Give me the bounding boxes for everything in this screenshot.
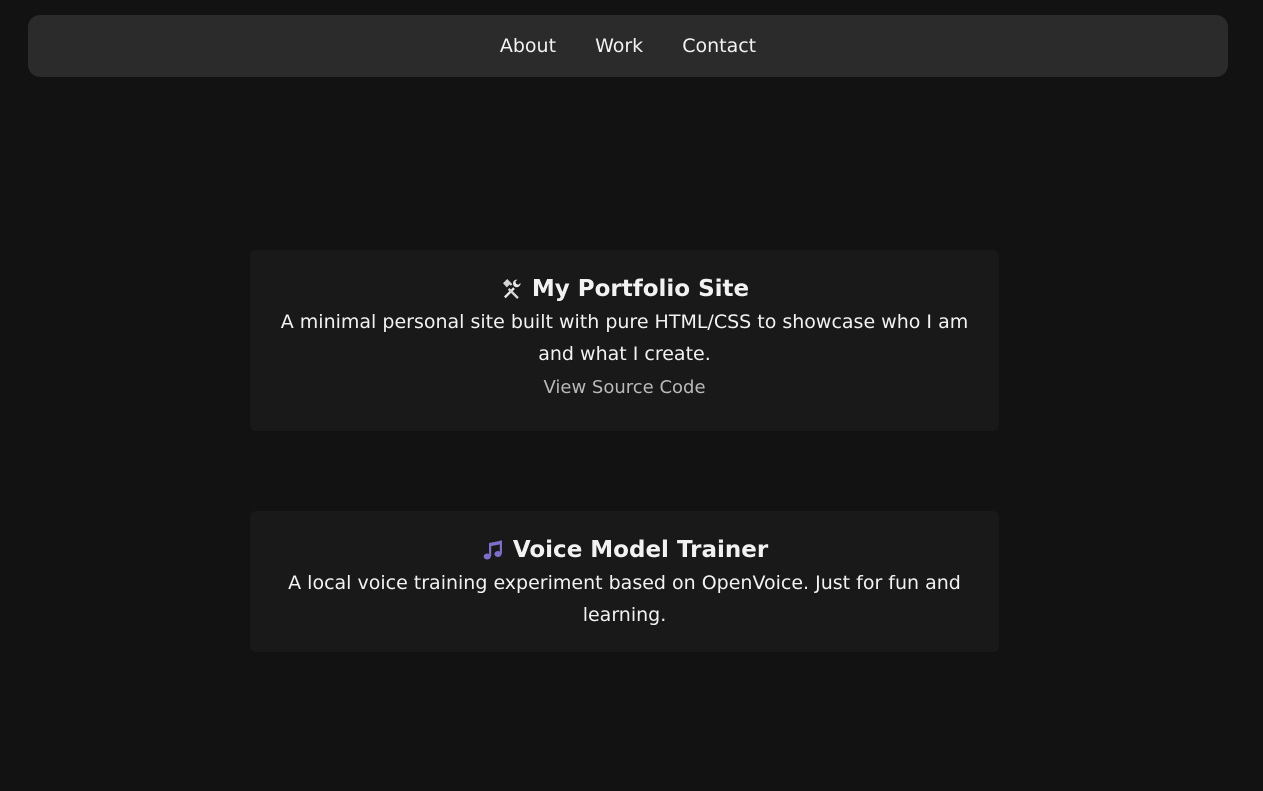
project-card-voice-trainer: Voice Model Trainer A local voice traini…: [250, 511, 999, 652]
nav-link-contact[interactable]: Contact: [682, 36, 756, 56]
project-card-portfolio: My Portfolio Site A minimal personal sit…: [250, 250, 999, 431]
project-title: Voice Model Trainer: [512, 537, 769, 563]
top-navbar: About Work Contact: [28, 15, 1228, 77]
hammer-and-wrench-icon: [500, 277, 524, 301]
view-source-code-link[interactable]: View Source Code: [543, 377, 705, 398]
project-title: My Portfolio Site: [531, 276, 750, 302]
music-notes-icon: [481, 538, 505, 562]
nav-link-about[interactable]: About: [500, 36, 556, 56]
project-description: A local voice training experiment based …: [288, 572, 961, 626]
project-title-row: Voice Model Trainer: [270, 533, 979, 567]
nav-link-work[interactable]: Work: [595, 36, 643, 56]
page: About Work Contact My Portfolio Site A m…: [0, 0, 1263, 791]
project-description: A minimal personal site built with pure …: [280, 311, 969, 365]
project-title-row: My Portfolio Site: [270, 272, 979, 306]
